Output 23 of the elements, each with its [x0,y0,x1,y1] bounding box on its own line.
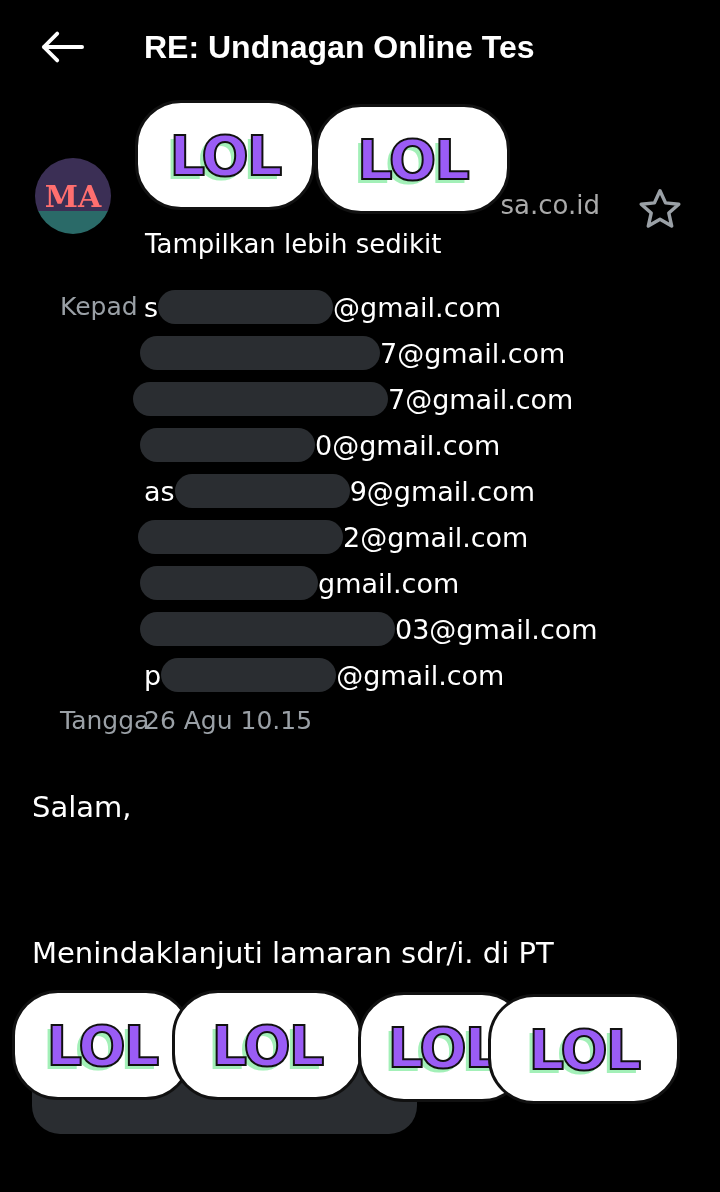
recipient-address: @gmail.com [336,659,505,691]
greeting-text: Salam, [32,789,133,826]
recipients-label: Kepad [60,291,139,323]
recipient-address: as [144,475,175,507]
back-icon[interactable] [40,30,84,64]
recipient-address: 03@gmail.com [395,613,598,645]
recipient-address: gmail.com [318,567,460,599]
lol-sticker: LOL [135,100,315,210]
recipient-address: p [144,659,162,691]
sender-address: sa.co.id [499,189,601,222]
recipient-address: 2@gmail.com [343,521,529,553]
recipient-address: 7@gmail.com [380,337,566,369]
recipient-address: @gmail.com [333,291,502,323]
avatar: MA [35,158,111,234]
lol-sticker: LOL [172,990,362,1100]
body-text: Menindaklanjuti lamaran sdr/i. di PT [32,935,555,972]
recipient-address: 7@gmail.com [388,383,574,415]
email-subject: RE: Undnagan Online Tes [144,28,535,66]
show-less-link[interactable]: Tampilkan lebih sedikit [145,224,630,264]
lol-sticker: LOL [488,994,680,1104]
recipient-address: 9@gmail.com [349,475,536,507]
recipient-address: 0@gmail.com [315,429,501,461]
recipient-address: s [144,291,159,323]
